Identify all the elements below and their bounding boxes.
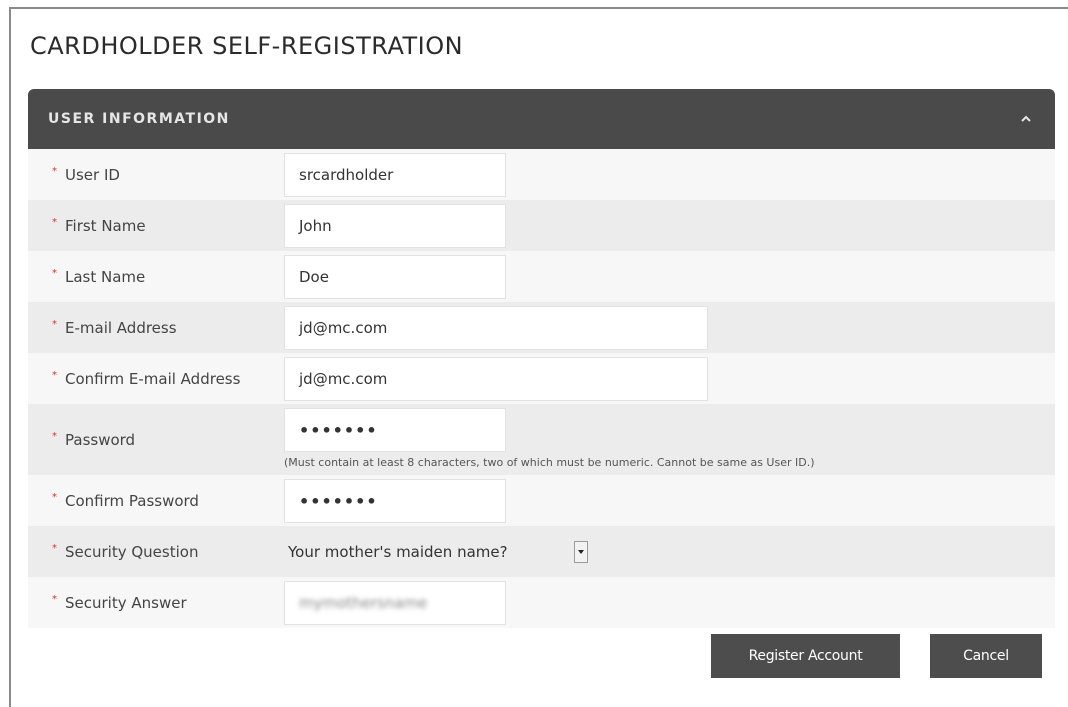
security-answer-label: Security Answer [65,593,187,612]
confirm-password-input[interactable]: ••••••• [284,479,506,523]
row-email: * E-mail Address jd@mc.com [28,302,1055,353]
email-input[interactable]: jd@mc.com [284,306,708,350]
user-id-label: User ID [65,165,120,184]
row-first-name: * First Name John [28,200,1055,251]
row-confirm-password: * Confirm Password ••••••• [28,475,1055,526]
confirm-email-label: Confirm E-mail Address [65,369,241,388]
last-name-input[interactable]: Doe [284,255,506,299]
password-hint: (Must contain at least 8 characters, two… [284,456,815,469]
required-marker: * [52,594,57,605]
user-id-input[interactable]: srcardholder [284,153,506,197]
page-title: CARDHOLDER SELF-REGISTRATION [30,32,464,60]
section-title: USER INFORMATION [48,111,230,127]
required-marker: * [52,431,57,442]
required-marker: * [52,166,57,177]
row-confirm-email: * Confirm E-mail Address jd@mc.com [28,353,1055,404]
required-marker: * [52,217,57,228]
password-input[interactable]: ••••••• [284,408,506,452]
row-security-answer: * Security Answer mymothersname [28,577,1055,628]
register-account-button[interactable]: Register Account [711,634,900,678]
row-user-id: * User ID srcardholder [28,149,1055,200]
required-marker: * [52,268,57,279]
security-question-label: Security Question [65,542,199,561]
dropdown-arrow-icon[interactable] [574,541,588,563]
row-security-question: * Security Question Your mother's maiden… [28,526,1055,577]
required-marker: * [52,319,57,330]
security-answer-value: mymothersname [299,594,428,612]
row-last-name: * Last Name Doe [28,251,1055,302]
security-question-select[interactable]: Your mother's maiden name? [284,530,588,574]
user-information-section: USER INFORMATION * User ID srcardholder … [28,89,1055,628]
required-marker: * [52,492,57,503]
email-label: E-mail Address [65,318,177,337]
cancel-button[interactable]: Cancel [930,634,1042,678]
chevron-up-icon[interactable] [1017,110,1035,128]
confirm-email-input[interactable]: jd@mc.com [284,357,708,401]
row-password: * Password ••••••• (Must contain at leas… [28,404,1055,475]
security-answer-input[interactable]: mymothersname [284,581,506,625]
confirm-password-label: Confirm Password [65,491,199,510]
required-marker: * [52,370,57,381]
password-label: Password [65,430,136,449]
last-name-label: Last Name [65,267,146,286]
first-name-input[interactable]: John [284,204,506,248]
first-name-label: First Name [65,216,146,235]
required-marker: * [52,543,57,554]
section-header[interactable]: USER INFORMATION [28,89,1055,149]
security-question-value: Your mother's maiden name? [288,543,508,561]
